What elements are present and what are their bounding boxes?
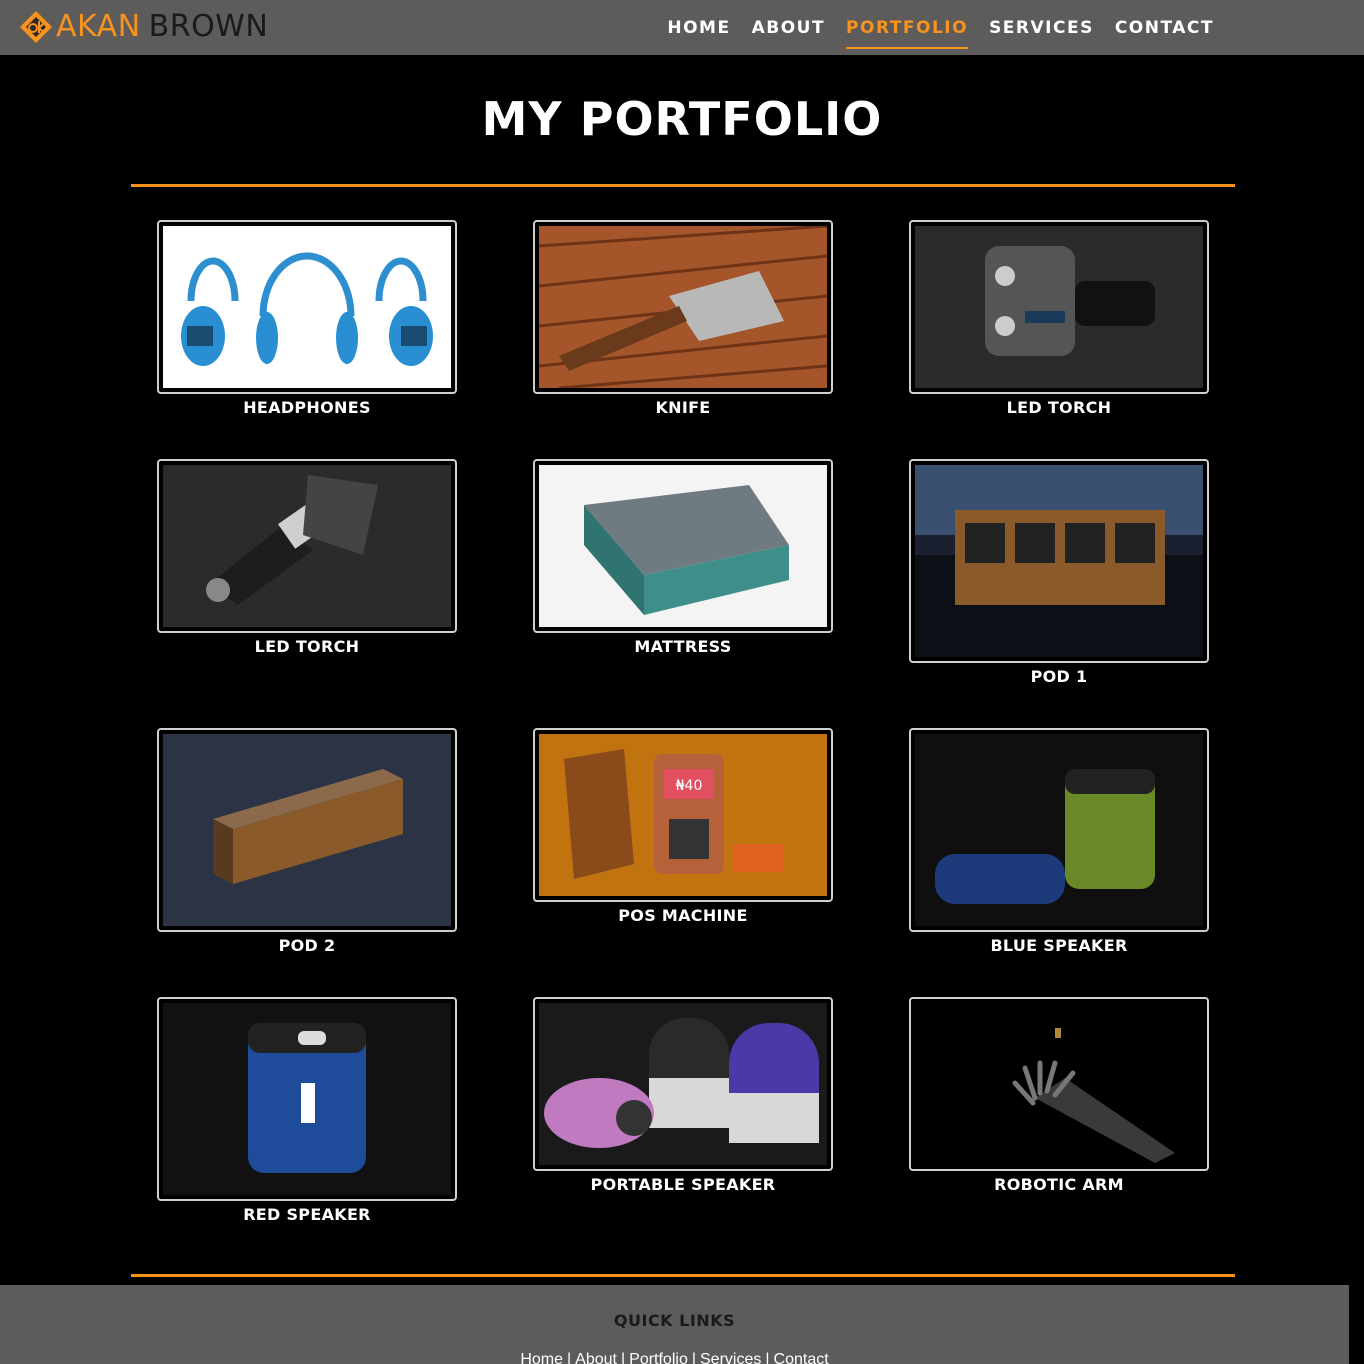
pod-image[interactable] [915,465,1203,657]
portfolio-caption: POD 2 [278,936,336,955]
pos-screen-text: ₦40 [676,778,703,794]
portfolio-image-frame[interactable] [157,220,457,394]
footer-link-contact[interactable]: Contact [774,1351,829,1364]
brand-word-1: AKAN [56,9,141,44]
portfolio-caption: MATTRESS [634,637,732,656]
led-torch-image[interactable] [163,465,451,627]
footer-link-separator: | [567,1351,572,1364]
footer-link-separator: | [765,1351,770,1364]
speaker-image[interactable] [915,734,1203,926]
knife-image[interactable] [539,226,827,388]
portfolio-image-frame[interactable] [533,997,833,1171]
logo-mark-icon [18,9,54,45]
portfolio-image-frame[interactable] [157,459,457,633]
nav-about[interactable]: ABOUT [752,18,825,38]
portfolio-caption: KNIFE [655,398,711,417]
portfolio-card[interactable]: RED SPEAKER [157,997,457,1224]
speaker-image[interactable] [163,1003,451,1195]
divider-top [131,184,1235,187]
portfolio-caption: ROBOTIC ARM [994,1175,1124,1194]
mattress-image[interactable] [539,465,827,627]
footer: QUICK LINKS Home | About | Portfolio | Service… [0,1285,1349,1364]
portfolio-image-frame[interactable] [909,459,1209,663]
page-title: MY PORTFOLIO [481,92,883,146]
brand-name: AKAN BROWN [56,8,268,46]
portfolio-image-frame[interactable] [533,220,833,394]
portfolio-image-frame[interactable] [909,220,1209,394]
portfolio-card[interactable]: POD 1 [909,459,1209,686]
portfolio-caption: LED TORCH [254,637,360,656]
led-torch-image[interactable] [915,226,1203,388]
nav-home[interactable]: HOME [667,18,730,38]
portfolio-caption: BLUE SPEAKER [990,936,1128,955]
portfolio-card[interactable]: BLUE SPEAKER [909,728,1209,955]
nav-services[interactable]: SERVICES [989,18,1094,38]
footer-link-about[interactable]: About [575,1351,617,1364]
footer-link-home[interactable]: Home [520,1351,563,1364]
portfolio-card[interactable]: LED TORCH [157,459,457,656]
pos-machine-image[interactable]: ₦40 [539,734,827,896]
footer-link-portfolio[interactable]: Portfolio [629,1351,688,1364]
navbar: AKAN BROWN HOME ABOUT PORTFOLIO SERVICES CONT… [0,0,1364,55]
portfolio-caption: HEADPHONES [243,398,371,417]
nav-menu: HOME ABOUT PORTFOLIO SERVICES CONTACT [646,0,1214,55]
portfolio-image-frame[interactable] [909,997,1209,1171]
portfolio-image-frame[interactable] [157,997,457,1201]
footer-title: QUICK LINKS [613,1311,736,1330]
portfolio-card[interactable]: ROBOTIC ARM [909,997,1209,1194]
portfolio-card[interactable]: KNIFE [533,220,833,417]
divider-bottom [131,1274,1235,1277]
portfolio-caption: PORTABLE SPEAKER [590,1175,776,1194]
portfolio-image-frame[interactable] [157,728,457,932]
portfolio-card[interactable]: LED TORCH [909,220,1209,417]
portfolio-caption: RED SPEAKER [243,1205,371,1224]
nav-contact[interactable]: CONTACT [1115,18,1214,38]
portfolio-caption: POD 1 [1030,667,1088,686]
footer-link-services[interactable]: Services [700,1351,761,1364]
headphones-image[interactable] [163,226,451,388]
brand-word-2: BROWN [148,9,269,44]
portfolio-image-frame[interactable]: ₦40 [533,728,833,902]
portfolio-card[interactable]: MATTRESS [533,459,833,656]
portfolio-card[interactable]: HEADPHONES [157,220,457,417]
pod-image[interactable] [163,734,451,926]
portfolio-caption: LED TORCH [1006,398,1112,417]
portfolio-caption: POS MACHINE [618,906,748,925]
footer-quick-links: Home | About | Portfolio | Services | Contact [0,1351,1349,1364]
portable-speaker-image[interactable] [539,1003,827,1165]
portfolio-image-frame[interactable] [909,728,1209,932]
portfolio-card[interactable]: POD 2 [157,728,457,955]
portfolio-card[interactable]: PORTABLE SPEAKER [533,997,833,1194]
robotic-arm-image[interactable] [915,1003,1203,1165]
footer-link-separator: | [620,1351,626,1364]
portfolio-image-frame[interactable] [533,459,833,633]
footer-link-separator: | [691,1351,696,1364]
nav-portfolio[interactable]: PORTFOLIO [846,18,969,49]
portfolio-card[interactable]: ₦40 POS MACHINE [533,728,833,925]
brand-logo[interactable]: AKAN BROWN [18,8,268,46]
